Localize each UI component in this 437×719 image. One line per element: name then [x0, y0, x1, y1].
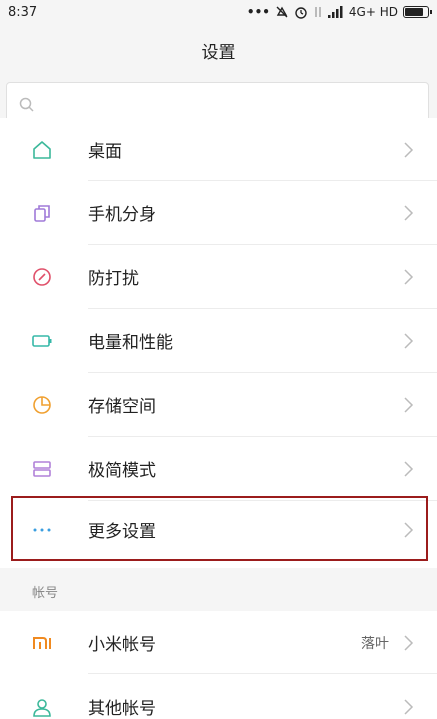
page-title: 设置 — [0, 24, 437, 76]
mi-logo-icon — [30, 631, 54, 655]
account-name: 落叶 — [361, 635, 389, 652]
home-icon — [30, 138, 54, 162]
settings-item-label: 小米帐号 — [88, 635, 156, 655]
settings-item-second-space[interactable]: 手机分身 — [0, 181, 437, 244]
mute-icon — [276, 6, 288, 18]
settings-item-simple-mode[interactable]: 极简模式 — [0, 437, 437, 500]
status-more-indicator: ••• — [246, 5, 270, 19]
storage-pie-icon — [30, 393, 54, 417]
settings-item-other-accounts[interactable]: 其他帐号 — [0, 675, 437, 719]
settings-item-label: 存储空间 — [88, 397, 156, 417]
settings-item-storage[interactable]: 存储空间 — [0, 373, 437, 436]
settings-item-label: 其他帐号 — [88, 699, 156, 719]
search-input[interactable] — [43, 97, 428, 113]
section-header-accounts: 帐号 — [0, 571, 437, 611]
settings-item-label: 防打扰 — [88, 269, 139, 289]
settings-item-label: 手机分身 — [88, 205, 156, 225]
clone-icon — [30, 201, 54, 225]
highlight-box — [11, 496, 428, 561]
chevron-right-icon — [404, 204, 414, 221]
section-header-text: 帐号 — [32, 585, 59, 601]
alarm-icon — [295, 7, 307, 19]
settings-item-battery-performance[interactable]: 电量和性能 — [0, 309, 437, 372]
settings-item-mi-account[interactable]: 小米帐号 落叶 — [0, 611, 437, 674]
settings-item-label: 电量和性能 — [88, 333, 173, 353]
chevron-right-icon — [404, 141, 414, 158]
status-icons: ••• 4G+ HD — [246, 5, 432, 19]
signal-icon — [327, 6, 343, 18]
status-time: 8:37 — [8, 4, 38, 20]
settings-item-label: 桌面 — [88, 142, 122, 162]
network-type: 4G+ HD — [348, 5, 398, 19]
settings-item-desktop[interactable]: 桌面 — [0, 118, 437, 181]
battery-icon — [403, 6, 432, 18]
settings-item-label: 极简模式 — [88, 461, 156, 481]
chevron-right-icon — [404, 460, 414, 477]
person-icon — [30, 695, 54, 719]
data-transfer-icon — [315, 7, 321, 17]
chevron-right-icon — [404, 634, 414, 651]
chevron-right-icon — [404, 698, 414, 715]
page-title-text: 设置 — [201, 42, 236, 63]
battery-icon — [30, 329, 54, 353]
search-icon — [19, 97, 34, 112]
settings-item-do-not-disturb[interactable]: 防打扰 — [0, 245, 437, 308]
simple-mode-icon — [30, 457, 54, 481]
divider — [88, 673, 437, 674]
chevron-right-icon — [404, 268, 414, 285]
dnd-icon — [30, 265, 54, 289]
chevron-right-icon — [404, 332, 414, 349]
chevron-right-icon — [404, 396, 414, 413]
status-bar: 8:37 ••• 4G+ HD — [0, 0, 437, 24]
